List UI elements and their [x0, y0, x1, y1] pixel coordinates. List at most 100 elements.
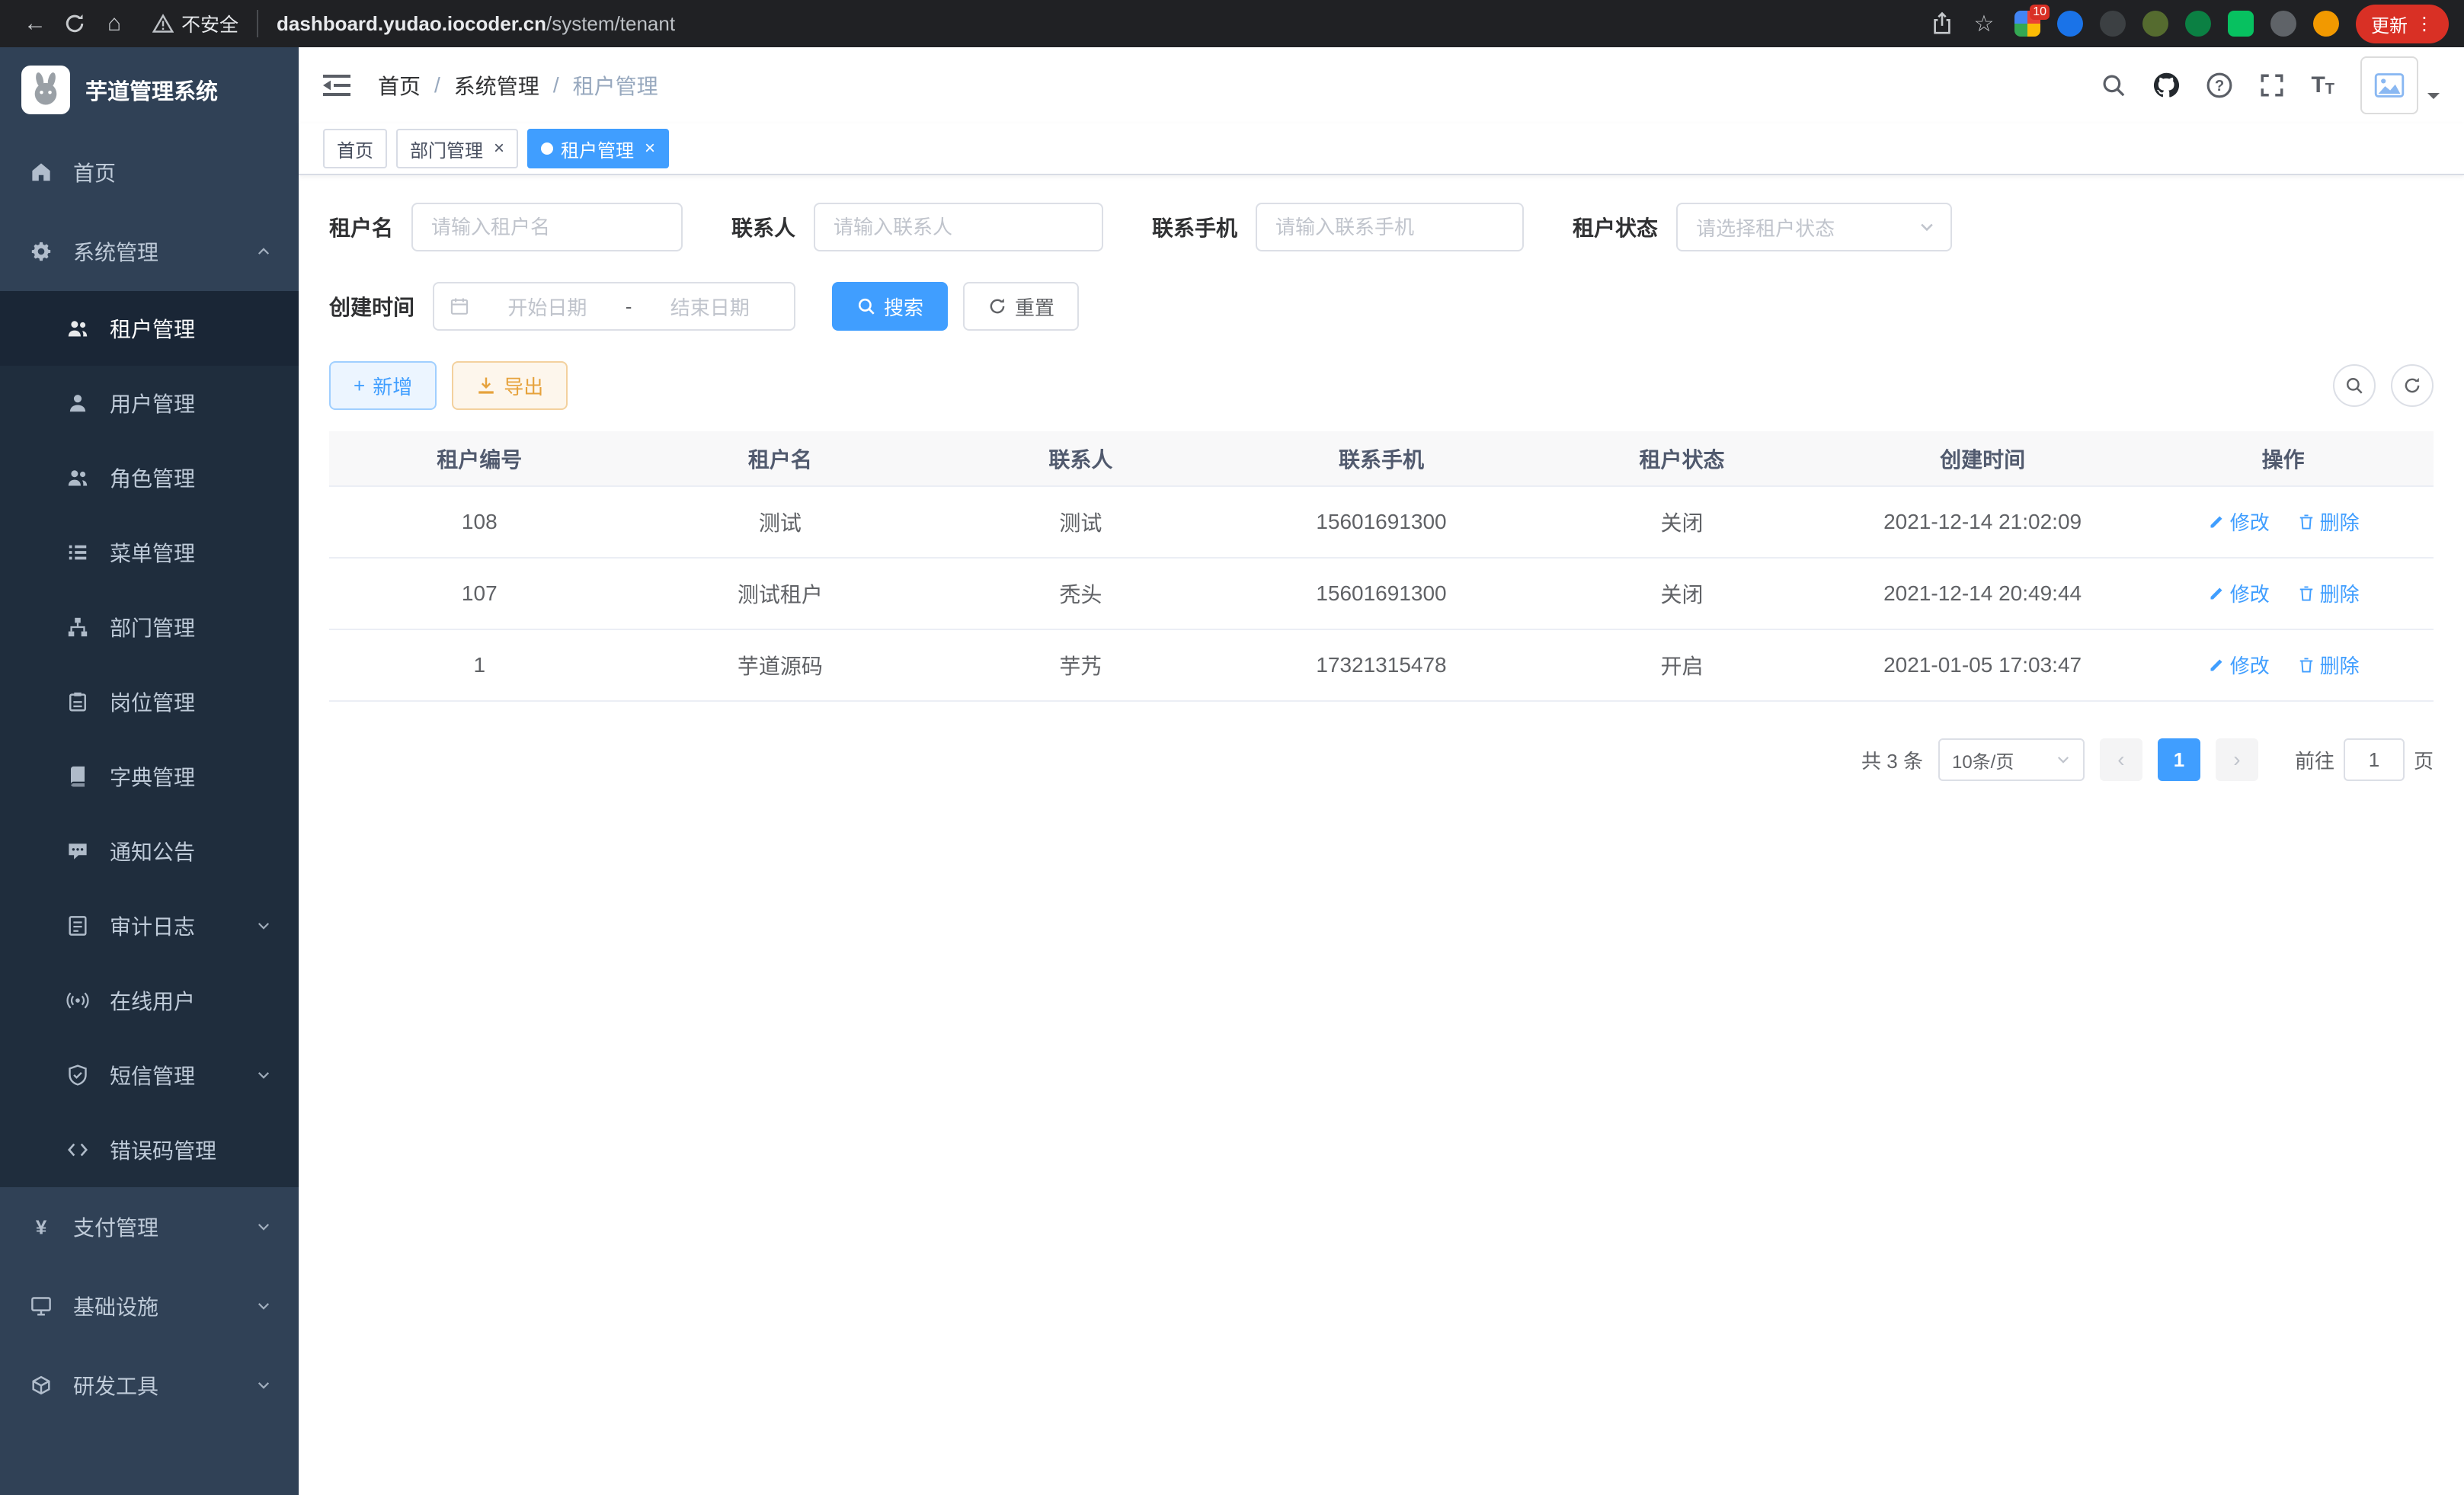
- status-select-placeholder: 请选择租户状态: [1696, 213, 1835, 242]
- contact-input[interactable]: [814, 203, 1103, 251]
- extension-icon-4[interactable]: [2142, 11, 2168, 37]
- delete-button[interactable]: 删除: [2297, 651, 2360, 679]
- bookmark-star-icon[interactable]: ☆: [1970, 4, 1998, 43]
- close-icon[interactable]: ×: [642, 139, 655, 158]
- breadcrumb-home[interactable]: 首页: [378, 70, 421, 101]
- tag-dept[interactable]: 部门管理 ×: [396, 129, 518, 168]
- share-icon[interactable]: [1931, 11, 1954, 36]
- sidebar-group-label: 基础设施: [73, 1291, 158, 1321]
- sidebar-group-devtool[interactable]: 研发工具: [0, 1346, 299, 1425]
- tag-label: 租户管理: [561, 136, 634, 162]
- goto-page: 前往 页: [2295, 738, 2434, 781]
- export-button[interactable]: 导出: [452, 361, 568, 410]
- sidebar-submenu-system: 租户管理 用户管理 角色管理: [0, 291, 299, 1187]
- back-icon[interactable]: ←: [15, 4, 55, 43]
- chevron-up-icon: [256, 244, 271, 259]
- shield-icon: [64, 1064, 91, 1087]
- cell-actions: 修改 删除: [2133, 558, 2434, 629]
- svg-text:?: ?: [2215, 78, 2224, 94]
- edit-button[interactable]: 修改: [2207, 507, 2270, 536]
- tenant-name-label: 租户名: [329, 212, 393, 242]
- font-size-icon[interactable]: TT: [2311, 72, 2334, 98]
- megaphone-icon: [64, 840, 91, 863]
- help-icon[interactable]: ?: [2206, 72, 2233, 99]
- reset-button[interactable]: 重置: [963, 282, 1079, 331]
- chevron-down-icon: [2056, 752, 2071, 767]
- page-size-select[interactable]: 10条/页: [1938, 738, 2085, 781]
- reload-icon[interactable]: [55, 4, 94, 43]
- close-icon[interactable]: ×: [491, 139, 504, 158]
- sidebar-item-home[interactable]: 首页: [0, 133, 299, 212]
- add-button[interactable]: + 新增: [329, 361, 437, 410]
- sidebar-group-infra[interactable]: 基础设施: [0, 1266, 299, 1346]
- col-contact: 联系人: [930, 431, 1231, 486]
- chrome-update-button[interactable]: 更新 ⋮: [2356, 5, 2449, 43]
- update-label: 更新: [2371, 11, 2408, 37]
- user-avatar-menu[interactable]: [2360, 56, 2440, 114]
- sidebar-item-notice[interactable]: 通知公告: [0, 814, 299, 888]
- cell-contact: 测试: [930, 486, 1231, 558]
- sidebar-item-role[interactable]: 角色管理: [0, 440, 299, 515]
- tag-tenant-active[interactable]: 租户管理 ×: [527, 129, 669, 168]
- profile-avatar-icon[interactable]: [2313, 11, 2339, 37]
- sidebar-item-sms[interactable]: 短信管理: [0, 1038, 299, 1112]
- log-document-icon: [64, 914, 91, 937]
- sidebar-item-dept[interactable]: 部门管理: [0, 590, 299, 664]
- sidebar-item-tenant[interactable]: 租户管理: [0, 291, 299, 366]
- delete-button[interactable]: 删除: [2297, 579, 2360, 607]
- address-bar[interactable]: dashboard.yudao.iocoder.cn /system/tenan…: [277, 12, 675, 36]
- sidebar-group-pay[interactable]: ¥ 支付管理: [0, 1187, 299, 1266]
- extension-icon-6[interactable]: [2228, 11, 2254, 37]
- security-indicator[interactable]: 不安全: [152, 10, 258, 37]
- sidebar-item-error-code[interactable]: 错误码管理: [0, 1112, 299, 1187]
- github-icon[interactable]: [2152, 72, 2180, 99]
- puzzle-extension-icon[interactable]: [2270, 11, 2296, 37]
- extension-icon-2[interactable]: [2057, 11, 2083, 37]
- online-signal-icon: [64, 989, 91, 1012]
- svg-text:¥: ¥: [36, 1215, 47, 1238]
- show-search-icon[interactable]: [2333, 364, 2376, 407]
- yen-icon: ¥: [27, 1215, 55, 1238]
- col-tenant-id: 租户编号: [329, 431, 630, 486]
- sidebar-item-dict[interactable]: 字典管理: [0, 739, 299, 814]
- tenant-name-input[interactable]: [411, 203, 683, 251]
- current-page-button[interactable]: 1: [2158, 738, 2200, 781]
- logo-row[interactable]: 芋道管理系统: [0, 47, 299, 133]
- search-button[interactable]: 搜索: [832, 282, 948, 331]
- col-actions: 操作: [2133, 431, 2434, 486]
- sidebar-item-audit-log[interactable]: 审计日志: [0, 888, 299, 963]
- sidebar-item-menu[interactable]: 菜单管理: [0, 515, 299, 590]
- avatar-broken-image-icon[interactable]: [2360, 56, 2418, 114]
- breadcrumb-current: 租户管理: [573, 70, 658, 101]
- status-select[interactable]: 请选择租户状态: [1676, 203, 1952, 251]
- date-range-picker[interactable]: 开始日期 - 结束日期: [433, 282, 795, 331]
- cell-name: 芋道源码: [630, 629, 931, 701]
- sidebar-item-post[interactable]: 岗位管理: [0, 664, 299, 739]
- next-page-button[interactable]: ›: [2216, 738, 2258, 781]
- role-people-icon: [64, 466, 91, 489]
- sidebar-item-user[interactable]: 用户管理: [0, 366, 299, 440]
- edit-button[interactable]: 修改: [2207, 651, 2270, 679]
- goto-page-input[interactable]: [2344, 738, 2405, 781]
- sidebar-group-system[interactable]: 系统管理: [0, 212, 299, 291]
- edit-button[interactable]: 修改: [2207, 579, 2270, 607]
- extension-icon-3[interactable]: [2100, 11, 2126, 37]
- fullscreen-icon[interactable]: [2259, 72, 2285, 98]
- mobile-input[interactable]: [1256, 203, 1524, 251]
- delete-button[interactable]: 删除: [2297, 507, 2360, 536]
- extension-icon-5[interactable]: [2185, 11, 2211, 37]
- cell-actions: 修改 删除: [2133, 486, 2434, 558]
- sidebar-fold-icon[interactable]: [323, 72, 354, 98]
- home-icon[interactable]: ⌂: [94, 4, 134, 43]
- col-mobile: 联系手机: [1231, 431, 1532, 486]
- tag-home[interactable]: 首页: [323, 129, 387, 168]
- prev-page-button[interactable]: ‹: [2100, 738, 2142, 781]
- search-icon[interactable]: [2101, 72, 2126, 98]
- gear-icon: [27, 240, 55, 263]
- extension-icon-1[interactable]: 10: [2014, 11, 2040, 37]
- breadcrumb-system[interactable]: 系统管理: [454, 70, 539, 101]
- breadcrumb-separator: /: [553, 73, 559, 98]
- sidebar-item-online-user[interactable]: 在线用户: [0, 963, 299, 1038]
- breadcrumb-separator: /: [434, 73, 440, 98]
- refresh-table-icon[interactable]: [2391, 364, 2434, 407]
